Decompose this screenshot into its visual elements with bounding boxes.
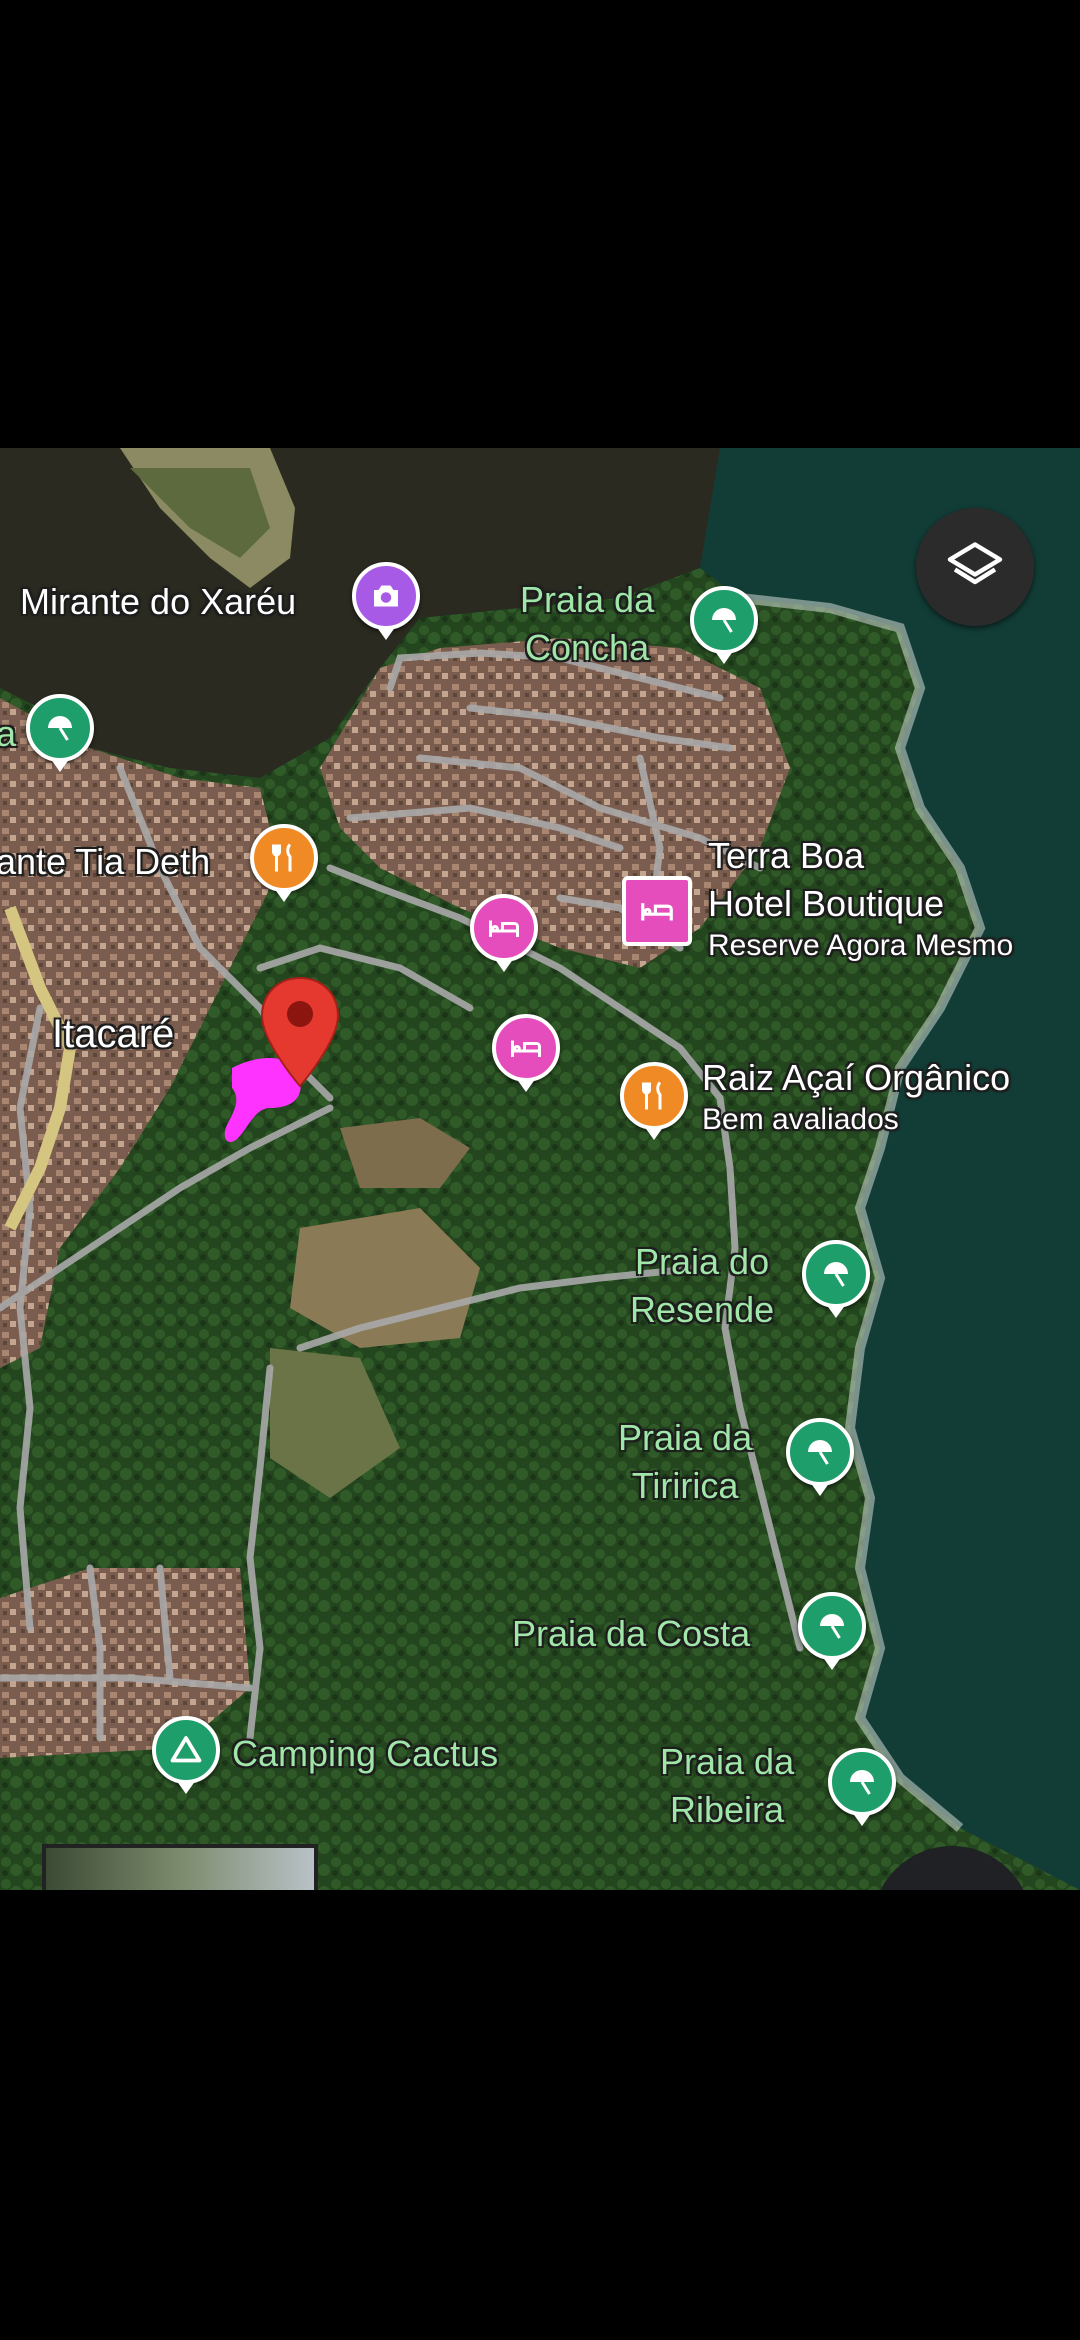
place-label-praia-resende[interactable]: Praia do Resende (630, 1238, 774, 1334)
umbrella-icon (820, 1614, 844, 1639)
place-label-praia-ribeira[interactable]: Praia da Ribeira (660, 1738, 794, 1834)
layers-icon (947, 542, 1003, 585)
terra-boa-line2: Hotel Boutique (708, 883, 945, 924)
place-label-raiz-acai[interactable]: Raiz Açaí Orgânico Bem avaliados (702, 1054, 1010, 1138)
place-label-itacare[interactable]: Itacaré (52, 1010, 174, 1058)
place-label-praia-concha[interactable]: Praia da Concha (520, 576, 654, 672)
place-label-praia-tiririca[interactable]: Praia da Tiririca (618, 1414, 752, 1510)
resende-line1: Praia do (635, 1241, 770, 1282)
beach-pin-ribeira[interactable] (828, 1748, 896, 1826)
hotel-pin[interactable] (470, 894, 538, 972)
umbrella-icon (824, 1262, 848, 1287)
fork-knife-icon (272, 843, 292, 872)
place-label-mirante[interactable]: Mirante do Xaréu (20, 578, 296, 626)
place-label-praia-costa[interactable]: Praia da Costa (512, 1610, 750, 1658)
praia-concha-line2: Concha (525, 627, 650, 668)
fork-knife-icon (642, 1081, 662, 1110)
satellite-map[interactable]: Mirante do Xaréu Praia da Concha a ante … (0, 448, 1080, 1890)
photo-pin[interactable] (352, 562, 420, 640)
tiririca-line2: Tiririca (631, 1465, 739, 1506)
beach-pin-resende[interactable] (802, 1240, 870, 1318)
raiz-acai-title: Raiz Açaí Orgânico (702, 1057, 1011, 1098)
terra-boa-line1: Terra Boa (708, 835, 865, 876)
bed-icon (641, 903, 673, 921)
umbrella-icon (48, 716, 72, 741)
umbrella-icon (712, 608, 736, 633)
beach-pin-tiririca[interactable] (786, 1418, 854, 1496)
place-label-partial[interactable]: a (0, 710, 16, 758)
umbrella-icon (850, 1770, 874, 1795)
terra-boa-subtitle: Reserve Agora Mesmo (708, 929, 1014, 962)
camera-icon (374, 585, 398, 607)
resende-line2: Resende (630, 1289, 775, 1330)
praia-concha-line1: Praia da (520, 579, 655, 620)
raiz-acai-subtitle: Bem avaliados (702, 1103, 899, 1136)
bed-icon (489, 920, 519, 937)
layers-button[interactable] (916, 508, 1034, 626)
food-pin-tia-deth[interactable] (250, 824, 318, 902)
ribeira-line2: Ribeira (670, 1789, 785, 1830)
beach-pin-costa[interactable] (798, 1592, 866, 1670)
place-label-camping[interactable]: Camping Cactus (232, 1730, 498, 1778)
tent-icon (170, 1736, 202, 1763)
food-pin-raiz-acai[interactable] (620, 1062, 688, 1140)
umbrella-icon (808, 1440, 832, 1465)
ribeira-line1: Praia da (660, 1741, 795, 1782)
hotel-pin[interactable] (492, 1014, 560, 1092)
beach-pin-partial[interactable] (26, 694, 94, 772)
place-label-tia-deth[interactable]: ante Tia Deth (0, 838, 210, 886)
hotel-pin-terra-boa[interactable] (622, 876, 692, 946)
camping-pin[interactable] (152, 1716, 220, 1794)
beach-pin-concha[interactable] (690, 586, 758, 664)
street-view-thumbnail[interactable] (42, 1844, 318, 1890)
place-label-terra-boa[interactable]: Terra Boa Hotel Boutique Reserve Agora M… (708, 832, 1013, 964)
bed-icon (511, 1040, 541, 1057)
location-pin-icon[interactable] (258, 976, 342, 1088)
tiririca-line1: Praia da (618, 1417, 753, 1458)
